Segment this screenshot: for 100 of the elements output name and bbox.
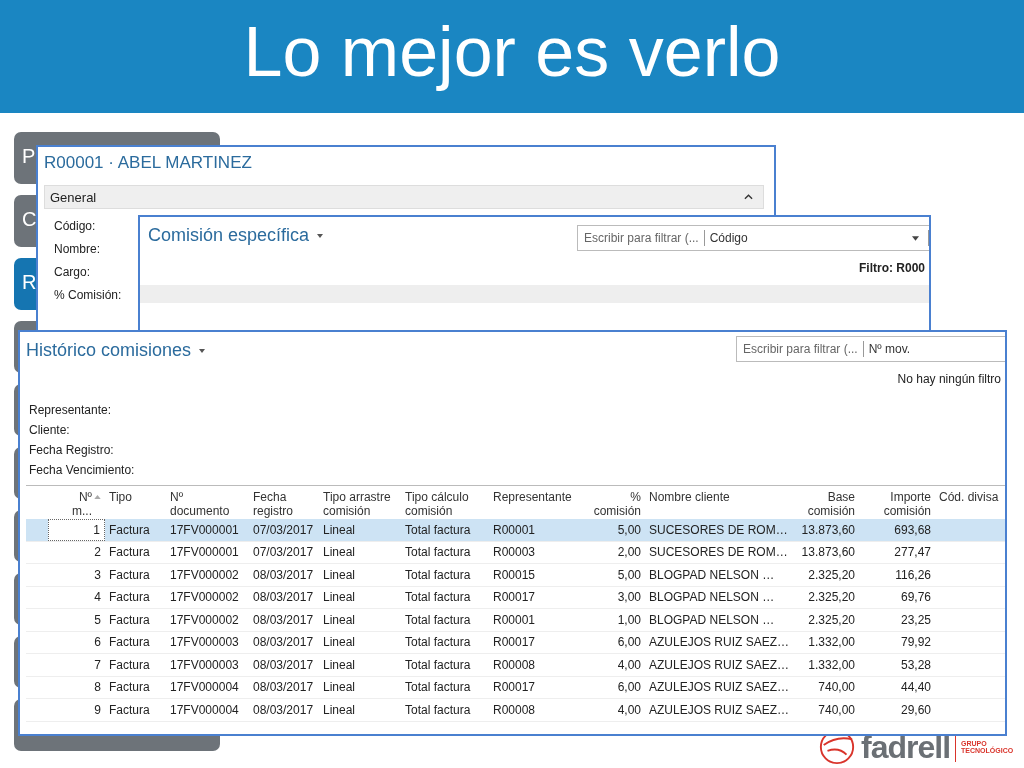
table-cell-text: Factura [108,635,151,650]
table-cell-text: Total factura [404,590,472,605]
column-header[interactable]: Cód. divisa [935,490,1005,519]
table-row[interactable]: 6 Factura 17FV000003 08/03/2017 Lineal Total factura R00017 6,00 AZULEJOS RUIZ SAEZ… 1.332,00 79,92 [26,631,1005,654]
table-cell-text: 1.332,00 [807,635,856,650]
column-header[interactable]: Base comisión [793,490,859,519]
table-cell-text: BLOGPAD NELSON … [648,612,776,627]
table-cell-text: 740,00 [817,680,856,695]
sort-icon [94,495,101,499]
table-cell-text: 5,00 [616,567,642,582]
collapse-icon[interactable] [744,194,753,200]
filter-label: Cliente: [29,423,70,437]
table-cell-text: 08/03/2017 [252,635,315,650]
column-header[interactable]: Tipo [105,490,166,519]
table-cell-text: R00008 [492,657,537,672]
filter-status: No hay ningún filtro [896,371,1002,386]
table-cell-text: 17FV000004 [169,680,240,695]
table-cell-text: 08/03/2017 [252,590,315,605]
table-row[interactable]: 3 Factura 17FV000002 08/03/2017 Lineal Total factura R00015 5,00 BLOGPAD NELSON … 2.325,20 116,26 [26,564,1005,587]
table-cell-text: Total factura [404,545,472,560]
window-title[interactable]: Comisión específica [148,225,310,246]
table-cell-text: Factura [108,522,151,537]
table-cell-text: AZULEJOS RUIZ SAEZ… [648,657,791,672]
table-cell-text: Lineal [322,657,357,672]
dropdown-icon[interactable] [912,235,919,241]
table-cell: 1 [48,519,105,541]
dropdown-icon[interactable] [317,233,324,238]
table-cell-text: Factura [108,590,151,605]
table-cell-text: Factura [108,545,151,560]
table-cell-text: Factura [108,567,151,582]
table-cell-text: Lineal [322,567,357,582]
table-cell-text: 17FV000002 [169,590,240,605]
table-cell-text: 17FV000004 [169,702,240,717]
column-header[interactable]: Fecha registro [249,490,319,519]
table-cell-text: 17FV000002 [169,567,240,582]
table-cell-text: 13.873,60 [800,522,856,537]
column-header[interactable]: Tipo cálculo comisión [401,490,489,519]
table-row[interactable]: 2 Factura 17FV000001 07/03/2017 Lineal Total factura R00003 2,00 SUCESORES DE ROM… 13.873,60 277,47 [26,541,1005,564]
dropdown-icon[interactable] [199,348,206,353]
table-cell-text: 07/03/2017 [252,522,315,537]
table-cell-text: 17FV000003 [169,657,240,672]
table-cell-text: 17FV000001 [169,545,240,560]
table-cell-text: SUCESORES DE ROM… [648,522,789,537]
column-header[interactable]: Tipo arrastre comisión [319,490,401,519]
table-cell-text: 3,00 [616,590,642,605]
filter-label: Fecha Vencimiento: [29,463,135,477]
column-header[interactable]: Nº documento [166,490,249,519]
table-cell-text: Factura [108,612,151,627]
table-cell-text: Total factura [404,635,472,650]
table-cell-text: 4,00 [616,657,642,672]
filter-label: Fecha Registro: [29,443,114,457]
section-header[interactable]: General [44,185,764,209]
table-cell-text: 23,25 [899,612,932,627]
table-cell-text: 6 [93,635,102,650]
table-row[interactable]: 1 Factura 17FV000001 07/03/2017 Lineal Total factura R00001 5,00 SUCESORES DE ROM… 13.873,60 693,68 [26,519,1005,542]
table-cell-text: SUCESORES DE ROM… [648,545,789,560]
column-header[interactable]: Representante [489,490,586,519]
table-cell-text: 6,00 [616,680,642,695]
table-cell-text: Total factura [404,522,472,537]
filter-label: Representante: [29,403,112,417]
column-header[interactable]: Importe comisión [859,490,935,519]
table-cell-text: 4,00 [616,702,642,717]
table-cell-text: Factura [108,702,151,717]
table-cell-text: 693,68 [893,522,932,537]
table-cell-text: 17FV000003 [169,635,240,650]
table-cell-text: Total factura [404,567,472,582]
table-row[interactable]: 8 Factura 17FV000004 08/03/2017 Lineal Total factura R00017 6,00 AZULEJOS RUIZ SAEZ… 740,00 44,40 [26,676,1005,699]
table-cell-text: 7 [93,657,102,672]
table-cell-text: 2,00 [616,545,642,560]
window-title[interactable]: Histórico comisiones [26,340,192,361]
filter-field[interactable]: Escribir para filtrar (... Nº mov. [736,336,1005,362]
table-cell-text: 53,28 [899,657,932,672]
table-cell-text: Lineal [322,680,357,695]
table-row[interactable]: 5 Factura 17FV000002 08/03/2017 Lineal Total factura R00001 1,00 BLOGPAD NELSON … 2.325,20 23,25 [26,609,1005,632]
table-cell-text: R00017 [492,590,537,605]
table-cell-text: Lineal [322,702,357,717]
table-cell-text: AZULEJOS RUIZ SAEZ… [648,635,791,650]
column-header[interactable]: Nº m... [48,490,105,519]
slide-title: Lo mejor es verlo [243,11,781,93]
table-cell-text: Lineal [322,590,357,605]
column-header[interactable]: Nombre cliente [645,490,793,519]
filter-field[interactable]: Escribir para filtrar (... Código [577,225,929,251]
table-cell-text: R00017 [492,635,537,650]
table-cell-text: 08/03/2017 [252,680,315,695]
table-row[interactable]: 9 Factura 17FV000004 08/03/2017 Lineal Total factura R00008 4,00 AZULEJOS RUIZ SAEZ… 740,00 29,60 [26,699,1005,722]
table-cell-text: 2.325,20 [807,590,856,605]
table-cell-text: Total factura [404,657,472,672]
field-label: Código: [54,219,96,233]
column-header[interactable]: % comisión [586,490,645,519]
table-row[interactable]: 4 Factura 17FV000002 08/03/2017 Lineal Total factura R00017 3,00 BLOGPAD NELSON … 2.325,20 69,76 [26,586,1005,609]
table-cell-text: 1,00 [616,612,642,627]
table-cell-text: 2 [93,545,102,560]
table-cell-text: Lineal [322,522,357,537]
table-cell-text: R00001 [492,522,537,537]
field-label: Nombre: [54,242,100,256]
table-cell-text: 08/03/2017 [252,702,315,717]
table-cell-text: R00003 [492,545,537,560]
table-cell-text: 8 [93,680,102,695]
table-row[interactable]: 7 Factura 17FV000003 08/03/2017 Lineal Total factura R00008 4,00 AZULEJOS RUIZ SAEZ… 1.332,00 53,28 [26,654,1005,677]
table-cell-text: Lineal [322,635,357,650]
